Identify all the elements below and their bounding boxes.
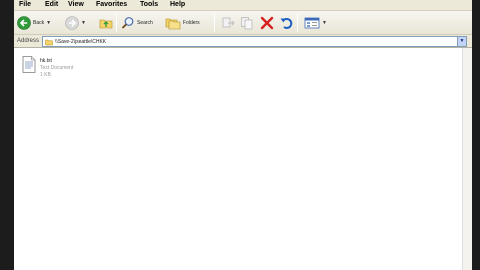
menu-tools[interactable]: Tools [140, 1, 158, 9]
views-icon [304, 17, 320, 29]
address-dropdown-icon[interactable]: ▼ [457, 37, 466, 46]
views-dropdown-icon[interactable]: ▼ [322, 20, 327, 26]
views-button[interactable]: ▼ [304, 14, 327, 32]
forward-button[interactable]: ▼ [65, 14, 86, 32]
undo-arrow-icon [280, 17, 293, 29]
folders-button[interactable]: Folders [165, 14, 200, 32]
back-arrow-icon [17, 16, 31, 30]
menu-edit[interactable]: Edit [45, 1, 58, 9]
menu-bar: File Edit View Favorites Tools Help [14, 0, 472, 11]
file-size: 1 KB [40, 72, 51, 78]
back-label: Back [33, 20, 45, 26]
move-to-button[interactable] [221, 14, 235, 32]
search-icon [121, 17, 134, 29]
search-button[interactable]: Search [121, 14, 153, 32]
menu-help[interactable]: Help [170, 1, 185, 9]
toolbar-separator [116, 14, 117, 32]
toolbar: Back ▼ ▼ Search Folders ▼ [14, 11, 472, 35]
copy-to-icon [241, 17, 253, 30]
search-label: Search [137, 20, 153, 26]
copy-to-button[interactable] [240, 14, 254, 32]
menu-file[interactable]: File [19, 1, 31, 9]
forward-arrow-icon [65, 16, 79, 30]
folders-icon [165, 18, 181, 30]
up-button[interactable] [99, 14, 113, 32]
forward-dropdown-icon[interactable]: ▼ [81, 20, 86, 26]
delete-button[interactable] [260, 14, 274, 32]
file-item[interactable]: hk.txt Text Document 1 KB [22, 56, 73, 79]
address-label: Address [17, 38, 40, 44]
back-button[interactable]: Back ▼ [17, 14, 51, 32]
text-document-icon [22, 56, 36, 73]
menu-favorites[interactable]: Favorites [96, 1, 127, 9]
vertical-scrollbar[interactable] [462, 48, 472, 270]
back-dropdown-icon[interactable]: ▼ [46, 20, 51, 26]
folders-label: Folders [183, 20, 200, 26]
file-list-area[interactable]: hk.txt Text Document 1 KB [14, 49, 472, 270]
address-value: \\Save-2\jseattle\CHKK [55, 39, 107, 45]
toolbar-separator [297, 14, 298, 32]
undo-button[interactable] [279, 14, 293, 32]
file-type: Text Document [40, 65, 74, 71]
file-details: hk.txt Text Document 1 KB [40, 58, 73, 79]
delete-x-icon [260, 16, 274, 30]
folder-up-icon [99, 19, 113, 29]
move-to-icon [222, 17, 235, 28]
folder-icon [45, 39, 53, 46]
toolbar-separator [214, 14, 215, 32]
address-field[interactable]: \\Save-2\jseattle\CHKK ▼ [42, 36, 467, 47]
explorer-window: File Edit View Favorites Tools Help Back… [14, 0, 472, 270]
file-name: hk.txt [40, 58, 52, 64]
menu-view[interactable]: View [68, 1, 84, 9]
address-bar: Address \\Save-2\jseattle\CHKK ▼ [14, 35, 472, 48]
